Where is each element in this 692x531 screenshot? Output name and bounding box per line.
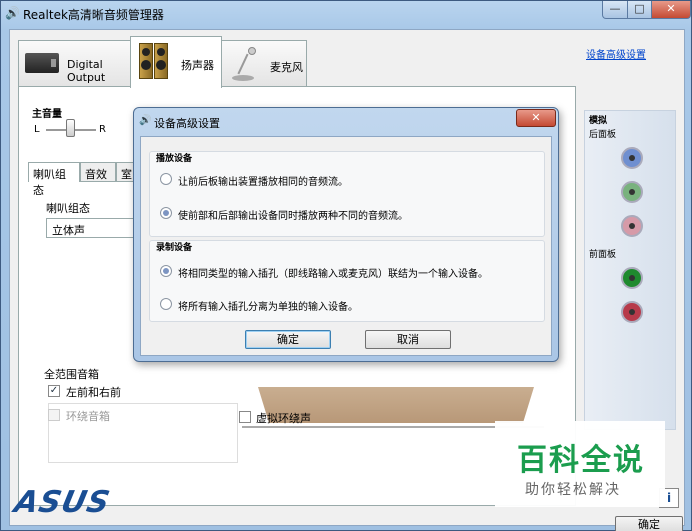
virtual-surround-label: 虚拟环绕声 <box>256 412 311 425</box>
front-lr-label: 左前和右前 <box>66 386 121 399</box>
watermark-main: 百科全说 <box>517 443 645 478</box>
subtab-effects[interactable]: 音效 <box>80 162 116 182</box>
asus-logo: ASUS <box>11 485 114 520</box>
advanced-settings-dialog: 🔊 设备高级设置 ✕ 播放设备 让前后板输出装置播放相同的音频流。 使前部和后部… <box>133 107 559 362</box>
digital-output-icon <box>25 53 59 73</box>
record-separate-radio[interactable] <box>160 298 172 310</box>
tab-microphone[interactable]: 麦克风 <box>221 40 307 86</box>
playback-two-streams-label: 使前部和后部输出设备同时播放两种不同的音频流。 <box>178 211 408 222</box>
record-combine-label: 将相同类型的输入插孔（即线路输入或麦克风）联结为一个输入设备。 <box>178 269 488 280</box>
surround-label: 环绕音箱 <box>66 410 110 423</box>
rear-pink-jack[interactable] <box>621 215 643 237</box>
dialog-close-button[interactable]: ✕ <box>516 109 556 127</box>
recording-group: 录制设备 将相同类型的输入插孔（即线路输入或麦克风）联结为一个输入设备。 将所有… <box>149 240 545 322</box>
tab-speakers-label: 扬声器 <box>181 59 214 72</box>
playback-group: 播放设备 让前后板输出装置播放相同的音频流。 使前部和后部输出设备同时播放两种不… <box>149 151 545 237</box>
main-ok-button[interactable]: 确定 <box>615 516 683 531</box>
watermark: 百科全说 助你轻松解决 <box>495 421 665 507</box>
rear-panel-label: 后面板 <box>589 130 617 140</box>
dialog-ok-button[interactable]: 确定 <box>245 330 331 349</box>
tab-microphone-label: 麦克风 <box>270 61 303 74</box>
right-label: R <box>99 124 106 135</box>
maximize-button[interactable]: □ <box>627 1 652 19</box>
record-combine-radio[interactable] <box>160 265 172 277</box>
front-lr-checkbox[interactable]: ✓ <box>48 385 60 397</box>
playback-same-stream-label: 让前后板输出装置播放相同的音频流。 <box>178 177 348 188</box>
dialog-body: 播放设备 让前后板输出装置播放相同的音频流。 使前部和后部输出设备同时播放两种不… <box>140 136 552 356</box>
balance-slider-thumb[interactable] <box>66 119 75 137</box>
full-range-title: 全范围音箱 <box>44 368 99 381</box>
tab-digital-output[interactable]: Digital Output <box>18 40 131 86</box>
dialog-speaker-icon: 🔊 <box>139 115 152 126</box>
left-label: L <box>34 124 40 135</box>
main-volume-label: 主音量 <box>32 109 62 120</box>
tab-digital-output-label: Digital Output <box>67 58 106 84</box>
tab-speakers[interactable]: 扬声器 <box>130 36 222 88</box>
front-red-jack[interactable] <box>621 301 643 323</box>
virtual-surround-checkbox[interactable] <box>239 411 251 423</box>
window-title: Realtek高清晰音频管理器 <box>23 8 164 22</box>
record-separate-label: 将所有输入插孔分离为单独的输入设备。 <box>178 302 358 313</box>
minimize-button[interactable]: — <box>602 1 628 19</box>
advanced-settings-link[interactable]: 设备高级设置 <box>586 46 646 61</box>
close-button[interactable]: ✕ <box>651 1 691 19</box>
front-green-jack[interactable] <box>621 267 643 289</box>
recording-group-label: 录制设备 <box>156 243 193 253</box>
rear-blue-jack[interactable] <box>621 147 643 169</box>
jack-panel: 模拟 后面板 前面板 <box>584 110 676 430</box>
analog-label: 模拟 <box>589 116 608 126</box>
surround-checkbox[interactable] <box>48 409 60 421</box>
speaker-config-label: 喇叭组态 <box>46 202 90 215</box>
microphone-icon <box>232 47 258 81</box>
dialog-cancel-button[interactable]: 取消 <box>365 330 451 349</box>
rear-green-jack[interactable] <box>621 181 643 203</box>
speaker-config-select[interactable]: 立体声 <box>46 218 144 238</box>
playback-same-stream-radio[interactable] <box>160 173 172 185</box>
subtab-speaker-config[interactable]: 喇叭组态 <box>28 162 80 197</box>
playback-group-label: 播放设备 <box>156 154 193 164</box>
title-bar[interactable]: 🔊 Realtek高清晰音频管理器 — □ ✕ <box>1 1 691 27</box>
speakers-icon <box>139 43 169 81</box>
speaker-icon: 🔊 <box>5 6 20 20</box>
dialog-title: 设备高级设置 <box>154 117 220 130</box>
playback-two-streams-radio[interactable] <box>160 207 172 219</box>
watermark-sub: 助你轻松解决 <box>525 482 621 498</box>
front-panel-label: 前面板 <box>589 250 617 260</box>
